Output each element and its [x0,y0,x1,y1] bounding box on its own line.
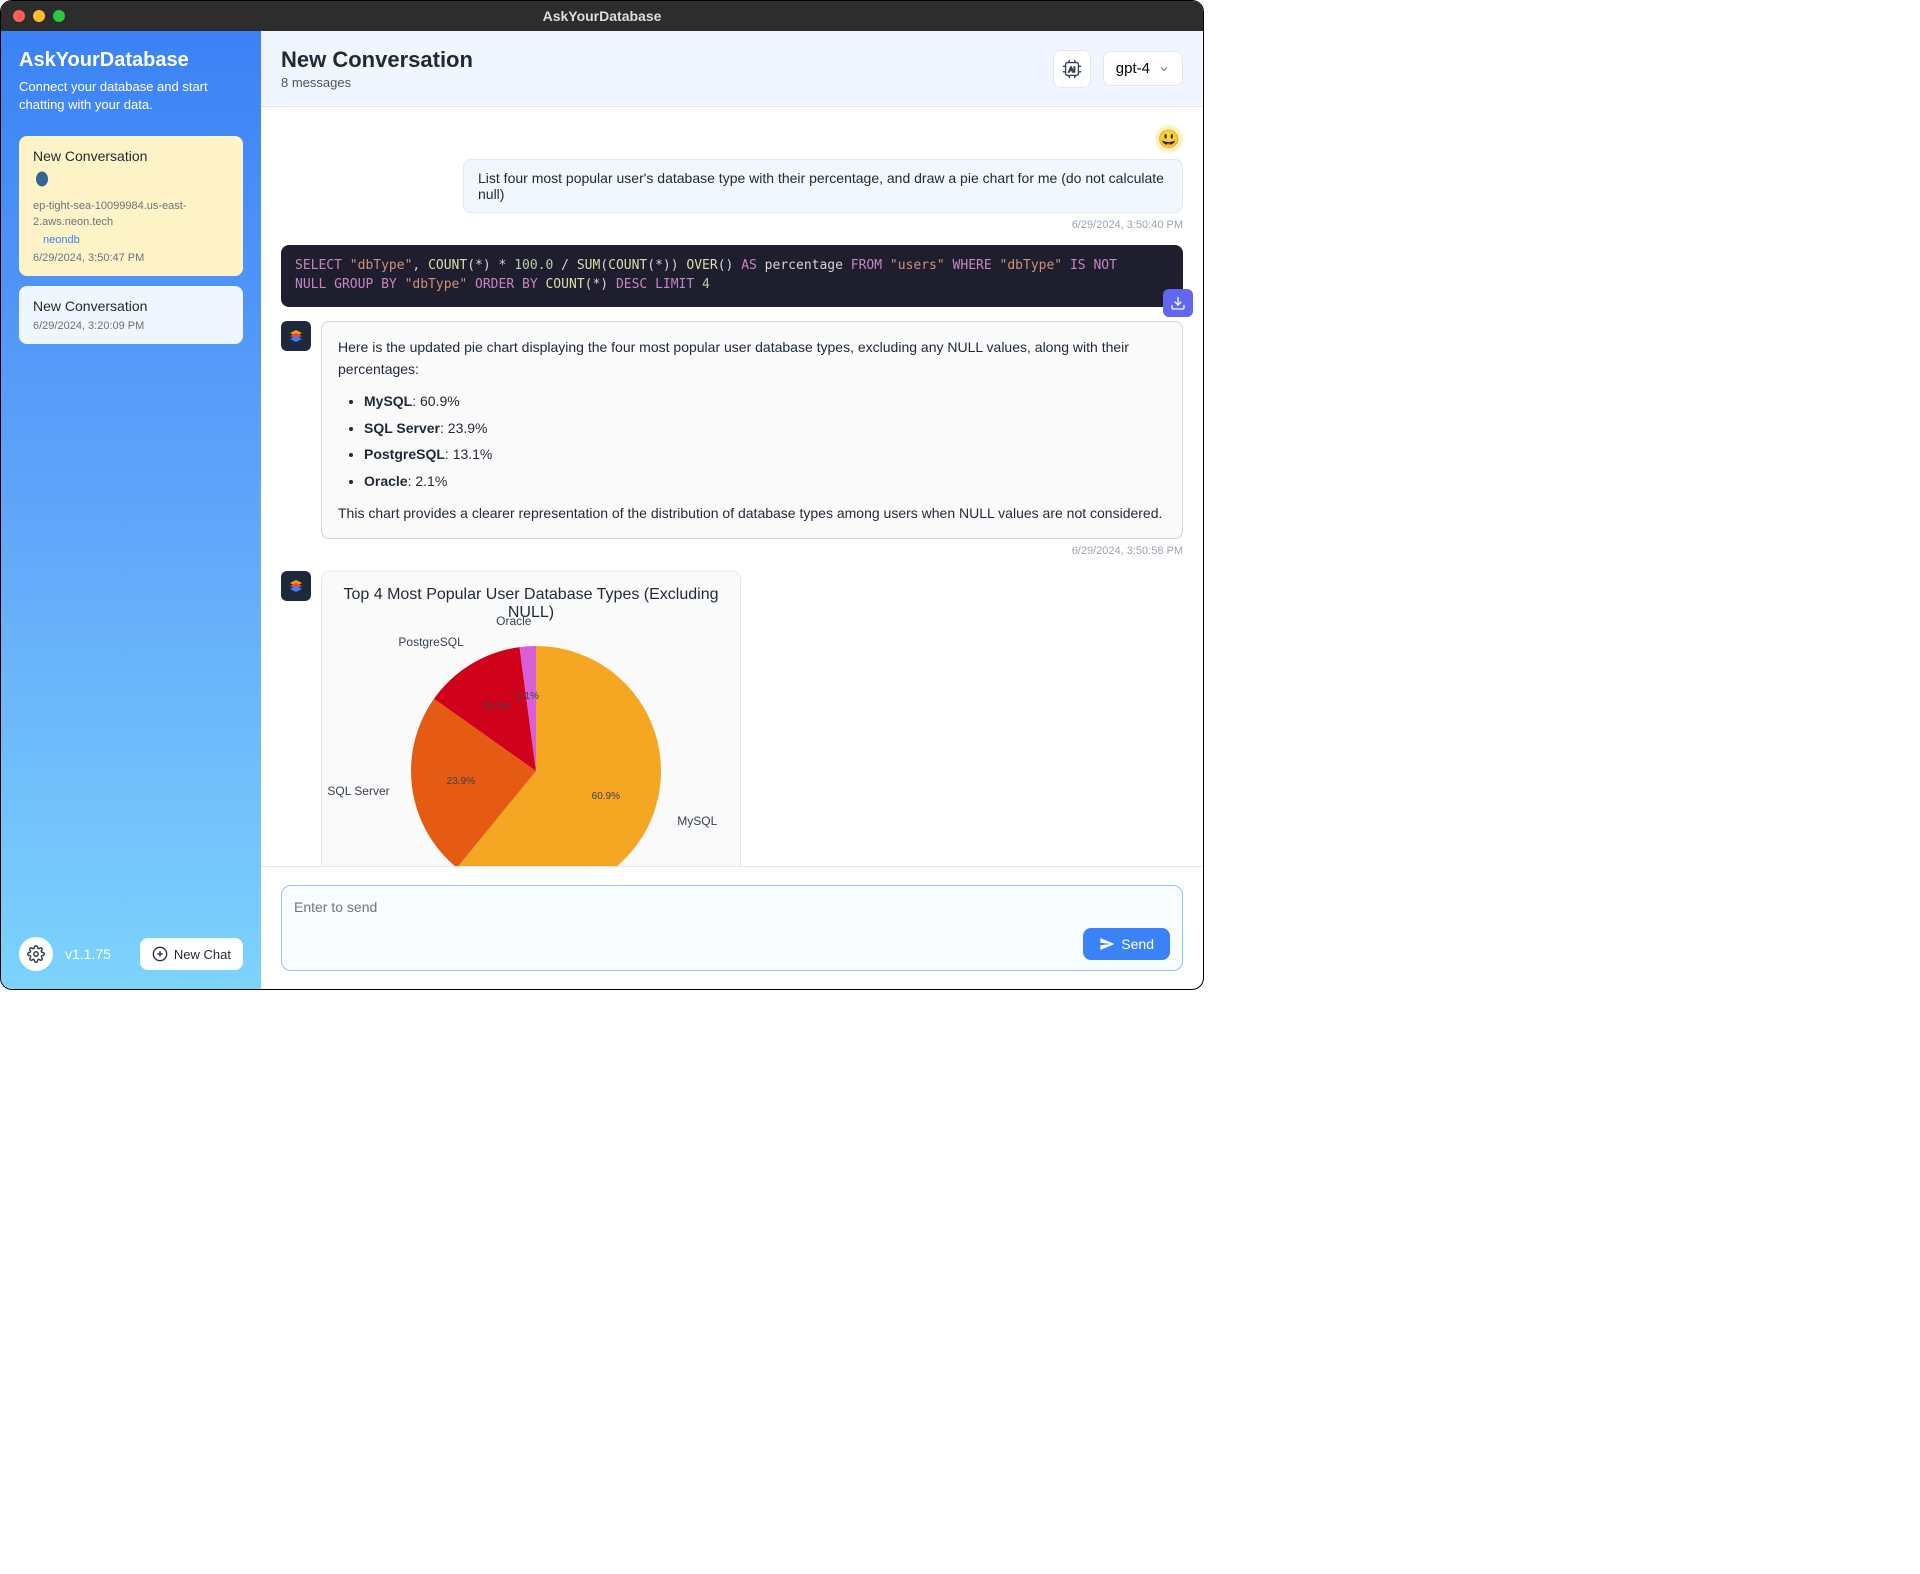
titlebar-title: AskYourDatabase [543,8,662,24]
settings-button[interactable] [19,937,53,971]
input-box: Send [281,885,1183,971]
list-item: PostgreSQL: 13.1% [364,443,1166,465]
stack-icon [287,327,305,345]
message-input[interactable] [294,896,1170,918]
ai-settings-button[interactable]: AI [1053,50,1091,88]
user-message-block: 😃 List four most popular user's database… [281,125,1183,231]
svg-text:AI: AI [1068,64,1075,73]
titlebar: AskYourDatabase [1,1,1203,31]
assistant-avatar [281,571,311,601]
pie-percentage-label: 60.9% [592,791,620,802]
send-icon [1099,936,1115,952]
conversation-timestamp: 6/29/2024, 3:20:09 PM [33,320,229,332]
message-count: 8 messages [281,75,473,90]
message-timestamp: 6/29/2024, 3:50:40 PM [1072,219,1183,231]
assistant-chart-row: Top 4 Most Popular User Database Types (… [281,571,1183,866]
model-label: gpt-4 [1116,60,1150,77]
pie-percentage-label: 13.1% [482,701,510,712]
app-window: AskYourDatabase AskYourDatabase Connect … [0,0,1204,990]
maximize-window-icon[interactable] [53,10,65,22]
conversation-timestamp: 6/29/2024, 3:50:47 PM [33,252,229,264]
sidebar-subtitle: Connect your database and start chatting… [19,78,243,114]
minimize-window-icon[interactable] [33,10,45,22]
pie-category-label: SQL Server [327,784,389,798]
download-sql-button[interactable] [1163,289,1193,317]
conversation-card[interactable]: New Conversation 6/29/2024, 3:20:09 PM [19,286,243,344]
sidebar: AskYourDatabase Connect your database an… [1,31,261,989]
conversation-list: New Conversation ep-tight-sea-10099984.u… [19,136,243,925]
conversation-card[interactable]: New Conversation ep-tight-sea-10099984.u… [19,136,243,276]
user-avatar: 😃 [1155,125,1183,153]
list-item: SQL Server: 23.9% [364,417,1166,439]
sql-code-block: SELECT "dbType", COUNT(*) * 100.0 / SUM(… [281,245,1183,307]
pie-percentage-label: 23.9% [447,776,475,787]
conversation-db: neondb [43,234,229,246]
assistant-intro: Here is the updated pie chart displaying… [338,336,1166,381]
postgres-icon [33,170,229,193]
messages: 😃 List four most popular user's database… [261,107,1203,866]
chevron-down-icon [1158,63,1170,75]
new-chat-label: New Chat [174,947,231,962]
download-icon [1170,295,1186,311]
new-chat-button[interactable]: New Chat [140,938,243,970]
list-item: Oracle: 2.1% [364,470,1166,492]
database-list: MySQL: 60.9% SQL Server: 23.9% PostgreSQ… [338,390,1166,492]
send-label: Send [1121,936,1154,952]
stack-icon [287,577,305,595]
conversation-title: New Conversation [33,298,229,314]
assistant-outro: This chart provides a clearer representa… [338,502,1166,524]
close-window-icon[interactable] [13,10,25,22]
plus-circle-icon [152,946,168,962]
input-area: Send [261,866,1203,989]
user-message: List four most popular user's database t… [463,159,1183,213]
send-button[interactable]: Send [1083,928,1170,960]
message-timestamp: 6/29/2024, 3:50:58 PM [321,545,1183,557]
pie-percentage-label: 2.1% [516,691,539,702]
gear-icon [27,945,45,963]
window-controls [13,10,65,22]
page-title: New Conversation [281,47,473,73]
pie-category-label: MySQL [677,814,717,828]
assistant-avatar [281,321,311,351]
conversation-host: ep-tight-sea-10099984.us-east-2.aws.neon… [33,199,229,230]
chart-card: Top 4 Most Popular User Database Types (… [321,571,741,866]
pie-category-label: PostgreSQL [398,635,463,649]
main: New Conversation 8 messages AI gpt-4 � [261,31,1203,989]
pie-category-label: Oracle [496,614,531,628]
conversation-title: New Conversation [33,148,229,164]
version-label: v1.1.75 [65,946,128,962]
assistant-message-row: Here is the updated pie chart displaying… [281,321,1183,558]
pie-chart: MySQLSQL ServerPostgreSQLOracle60.9%23.9… [336,626,726,866]
sidebar-footer: v1.1.75 New Chat [19,937,243,971]
header: New Conversation 8 messages AI gpt-4 [261,31,1203,107]
list-item: MySQL: 60.9% [364,390,1166,412]
assistant-message: Here is the updated pie chart displaying… [321,321,1183,540]
model-selector[interactable]: gpt-4 [1103,51,1183,86]
sidebar-title: AskYourDatabase [19,49,243,72]
ai-chip-icon: AI [1061,58,1083,80]
